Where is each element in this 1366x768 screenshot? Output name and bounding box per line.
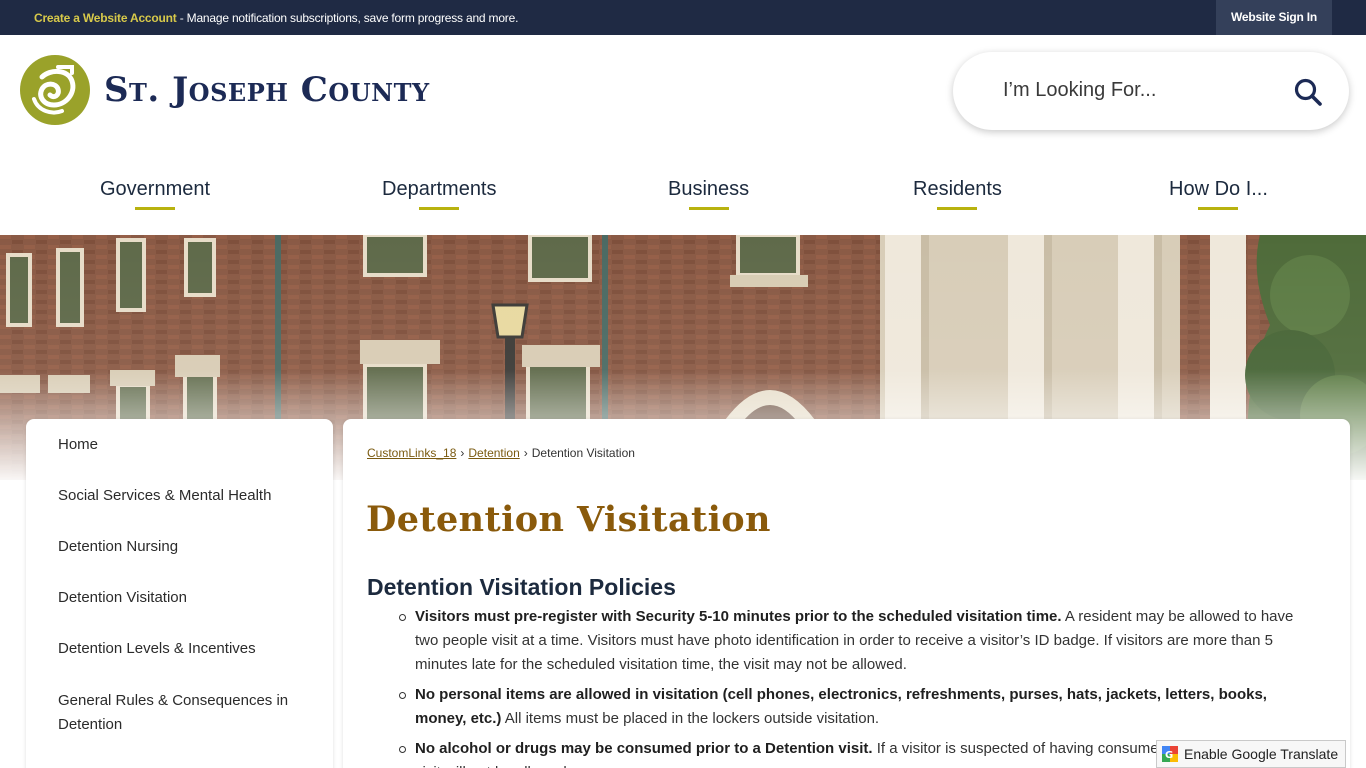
section-title: Detention Visitation Policies: [367, 574, 676, 600]
nav-label: Business: [668, 178, 750, 200]
notification-bar: Create a Website Account - Manage notifi…: [0, 0, 1366, 35]
nav-underline: [1198, 207, 1239, 210]
sidenav-item-home[interactable]: Home: [58, 433, 308, 457]
site-name[interactable]: St. Joseph County: [104, 70, 430, 110]
breadcrumb-separator: ›: [523, 446, 528, 460]
nav-underline: [419, 207, 460, 210]
nav-residents[interactable]: Residents: [913, 178, 1002, 210]
county-logo-icon[interactable]: [20, 55, 90, 125]
nav-departments[interactable]: Departments: [382, 178, 497, 210]
search-input[interactable]: [1003, 79, 1263, 102]
sidenav-item-social-services[interactable]: Social Services & Mental Health: [58, 484, 308, 508]
nav-label: Government: [100, 178, 211, 200]
side-navigation: Home Social Services & Mental Health Det…: [26, 419, 333, 768]
nav-how-do-i[interactable]: How Do I...: [1169, 178, 1268, 210]
notification-message: Create a Website Account - Manage notifi…: [34, 11, 518, 25]
sidenav-item-detention-visitation[interactable]: Detention Visitation: [58, 586, 308, 610]
nav-government[interactable]: Government: [100, 178, 210, 210]
search-icon[interactable]: [1293, 77, 1323, 107]
nav-business[interactable]: Business: [668, 178, 749, 210]
policy-text: All items must be placed in the lockers …: [501, 710, 880, 727]
main-content: CustomLinks_18 › Detention › Detention Visit…: [343, 419, 1350, 768]
list-item: Visitors must pre-register with Security…: [399, 605, 1315, 677]
breadcrumb-current: Detention Visitation: [531, 446, 635, 460]
sidenav-item-detention-levels[interactable]: Detention Levels & Incentives: [58, 637, 308, 661]
google-translate-button[interactable]: G Enable Google Translate: [1156, 740, 1346, 768]
google-translate-icon: G: [1162, 746, 1178, 762]
breadcrumb-link-detention[interactable]: Detention: [468, 446, 519, 460]
sidenav-item-detention-nursing[interactable]: Detention Nursing: [58, 535, 308, 559]
nav-label: Residents: [913, 178, 1002, 200]
nav-underline: [135, 207, 176, 210]
policy-heading: Visitors must pre-register with Security…: [415, 608, 1062, 625]
breadcrumb-separator: ›: [460, 446, 465, 460]
website-sign-in-button[interactable]: Website Sign In: [1216, 0, 1332, 35]
breadcrumb-link-customlinks[interactable]: CustomLinks_18: [367, 446, 456, 460]
nav-label: How Do I...: [1169, 178, 1268, 200]
search-box: [953, 52, 1349, 130]
nav-underline: [688, 207, 729, 210]
translate-label: Enable Google Translate: [1184, 746, 1339, 762]
list-item: No personal items are allowed in visitat…: [399, 683, 1315, 731]
create-account-link[interactable]: Create a Website Account: [34, 11, 177, 25]
svg-text:G: G: [1165, 750, 1173, 761]
policy-heading: No alcohol or drugs may be consumed prio…: [415, 740, 873, 757]
notification-text: - Manage notification subscriptions, sav…: [176, 11, 519, 25]
sidenav-item-general-rules[interactable]: General Rules & Consequences in Detentio…: [58, 689, 308, 737]
breadcrumb: CustomLinks_18 › Detention › Detention Visit…: [367, 446, 635, 460]
nav-label: Departments: [382, 178, 497, 200]
nav-underline: [937, 207, 978, 210]
page-title: Detention Visitation: [366, 499, 771, 540]
